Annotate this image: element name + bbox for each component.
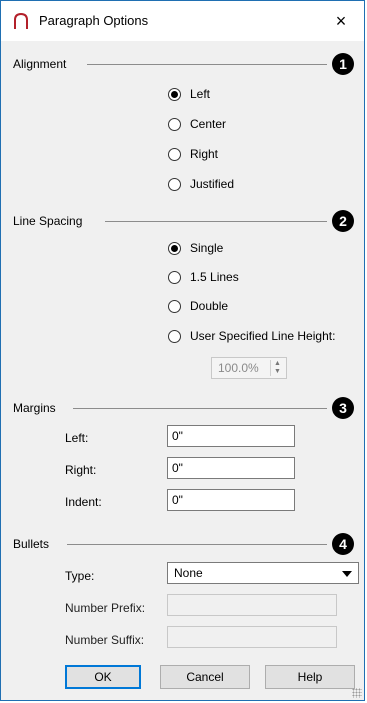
right-margin-label: Right:: [65, 463, 97, 477]
radio-icon[interactable]: [168, 147, 181, 161]
alignment-center-option[interactable]: Center: [168, 115, 226, 133]
chevron-down-icon: [342, 571, 352, 577]
resize-grip-icon[interactable]: [352, 688, 362, 698]
line-spacing-single-option[interactable]: Single: [168, 239, 223, 257]
radio-label: User Specified Line Height:: [190, 329, 336, 343]
alignment-divider: [87, 64, 327, 65]
bullet-type-label: Type:: [65, 569, 95, 583]
radio-label: 1.5 Lines: [190, 270, 239, 284]
line-spacing-section-label: Line Spacing: [13, 214, 83, 228]
radio-label: Center: [190, 117, 227, 131]
indent-label: Indent:: [65, 495, 102, 509]
radio-selected-icon[interactable]: [168, 87, 181, 101]
indent-field[interactable]: 0": [167, 489, 295, 511]
paragraph-options-dialog: Paragraph Options × Alignment 1 Left Cen…: [0, 0, 365, 701]
bullet-type-select[interactable]: None: [167, 562, 359, 584]
bullets-section-label: Bullets: [13, 537, 50, 551]
section-badge-2: 2: [332, 210, 354, 232]
number-suffix-label: Number Suffix:: [65, 633, 145, 647]
line-height-stepper[interactable]: 100.0% ▲ ▼: [211, 357, 287, 379]
alignment-section-label: Alignment: [13, 57, 67, 71]
close-icon[interactable]: ×: [318, 1, 364, 41]
radio-icon[interactable]: [168, 117, 181, 131]
radio-icon[interactable]: [168, 177, 181, 191]
right-margin-field[interactable]: 0": [167, 457, 295, 479]
alignment-left-option[interactable]: Left: [168, 85, 210, 103]
radio-icon[interactable]: [168, 299, 181, 313]
line-height-value: 100.0%: [218, 361, 259, 375]
section-badge-1: 1: [332, 53, 354, 75]
bullets-divider: [67, 544, 327, 545]
line-spacing-user-option[interactable]: User Specified Line Height:: [168, 327, 335, 345]
left-margin-label: Left:: [65, 431, 89, 445]
ok-button[interactable]: OK: [65, 665, 141, 689]
spin-arrows-icon[interactable]: ▲ ▼: [270, 360, 284, 376]
section-badge-3: 3: [332, 397, 354, 419]
radio-icon[interactable]: [168, 270, 181, 284]
number-prefix-label: Number Prefix:: [65, 601, 146, 615]
bullet-type-value: None: [174, 566, 203, 580]
left-margin-field[interactable]: 0": [167, 425, 295, 447]
alignment-right-option[interactable]: Right: [168, 145, 218, 163]
number-prefix-field[interactable]: [167, 594, 337, 616]
line-spacing-1-5-option[interactable]: 1.5 Lines: [168, 268, 239, 286]
alignment-justified-option[interactable]: Justified: [168, 175, 234, 193]
cancel-button[interactable]: Cancel: [160, 665, 250, 689]
radio-label: Left: [190, 87, 211, 101]
help-button[interactable]: Help: [265, 665, 355, 689]
radio-label: Justified: [190, 177, 235, 191]
section-badge-4: 4: [332, 533, 354, 555]
number-suffix-field[interactable]: [167, 626, 337, 648]
title-bar[interactable]: Paragraph Options ×: [1, 1, 364, 41]
arc-icon: [14, 12, 28, 29]
radio-selected-icon[interactable]: [168, 241, 181, 255]
margins-divider: [73, 408, 327, 409]
radio-label: Single: [190, 241, 224, 255]
line-spacing-divider: [105, 221, 327, 222]
margins-section-label: Margins: [13, 401, 56, 415]
radio-label: Right: [190, 147, 219, 161]
radio-label: Double: [190, 299, 229, 313]
line-spacing-double-option[interactable]: Double: [168, 297, 228, 315]
dialog-title: Paragraph Options: [39, 13, 149, 28]
radio-icon[interactable]: [168, 329, 181, 343]
